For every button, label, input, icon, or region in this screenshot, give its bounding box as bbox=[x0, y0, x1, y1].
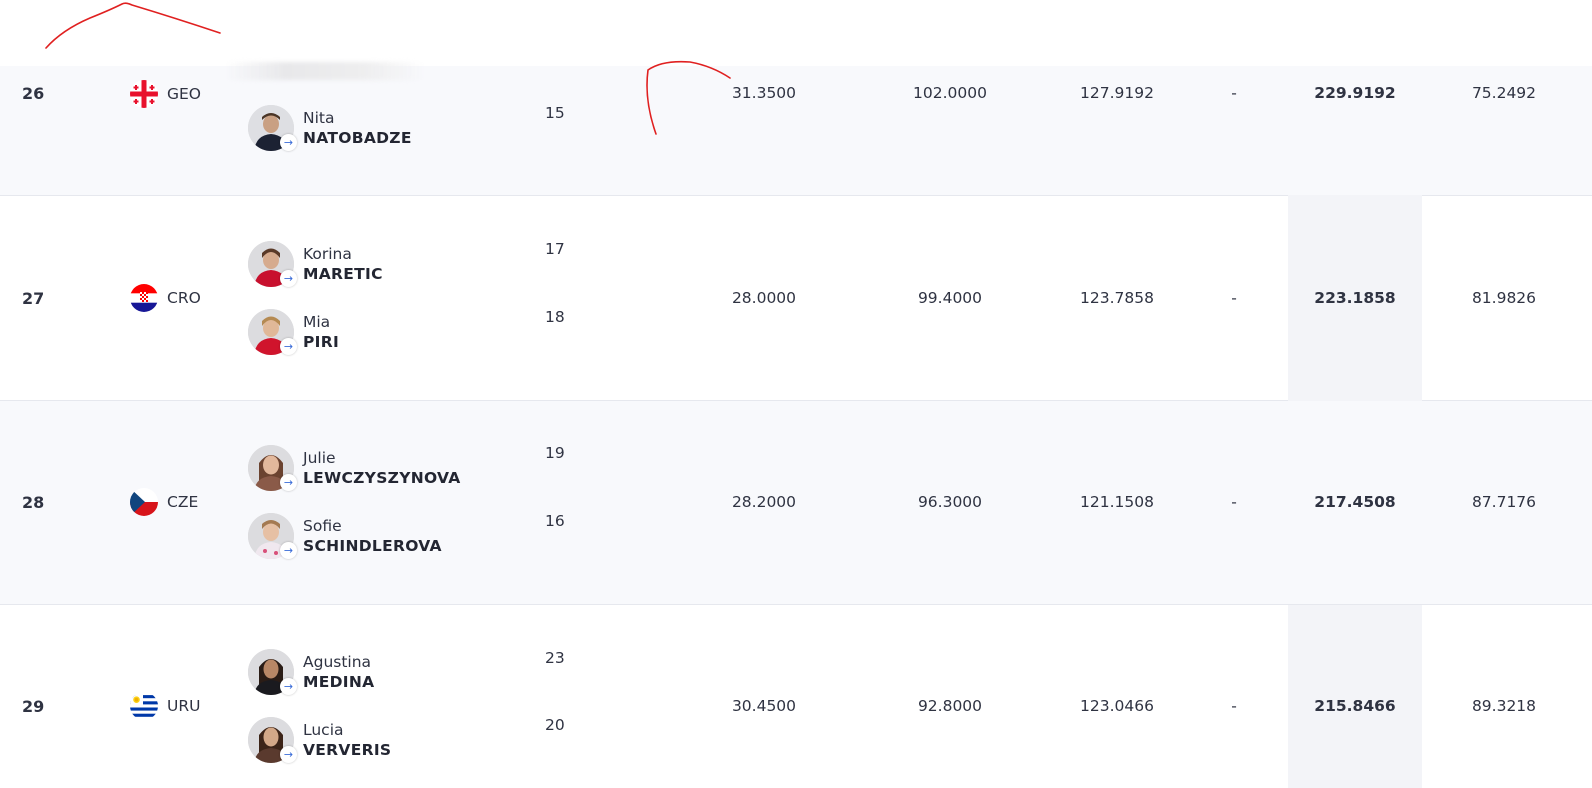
red-pen-annotation bbox=[45, 2, 731, 135]
